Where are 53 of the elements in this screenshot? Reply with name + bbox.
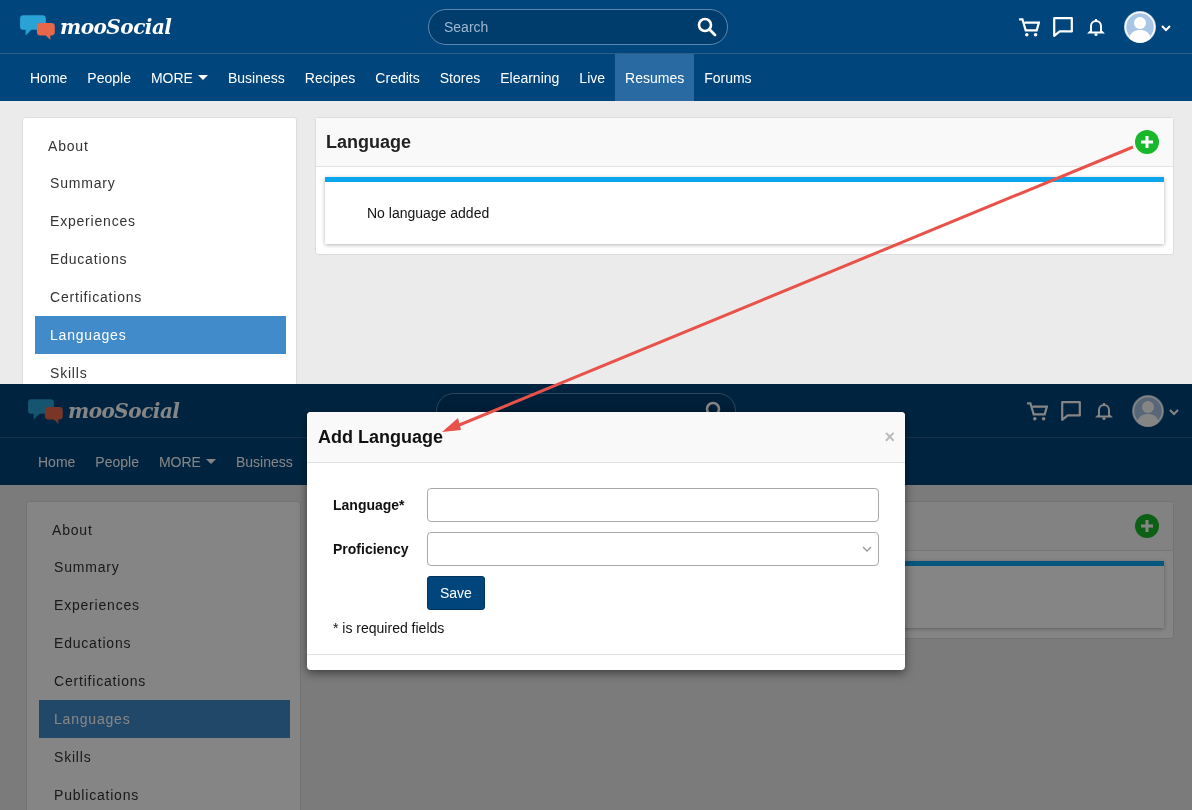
bell-icon[interactable]: [1086, 16, 1106, 37]
required-note: * is required fields: [333, 620, 446, 636]
dialog-title: Add Language: [318, 426, 443, 448]
nav-item[interactable]: People: [77, 54, 141, 101]
sidebar-item[interactable]: Languages: [35, 316, 286, 354]
chat-icon[interactable]: [1060, 399, 1082, 422]
chat-icon[interactable]: [1052, 15, 1074, 38]
sidebar-item[interactable]: Experiences: [35, 202, 286, 240]
sidebar-item[interactable]: Educations: [39, 624, 290, 662]
sidebar-item[interactable]: Summary: [39, 548, 290, 586]
nav-item[interactable]: Stores: [429, 54, 491, 101]
sidebar-item[interactable]: Publications: [39, 776, 290, 810]
sidebar-item[interactable]: About: [35, 134, 286, 158]
add-icon[interactable]: [1135, 130, 1159, 154]
avatar-icon[interactable]: [1124, 10, 1156, 43]
sidebar-item[interactable]: Skills: [39, 738, 290, 776]
nav-item[interactable]: Resumes: [615, 54, 695, 101]
nav-item[interactable]: MORE: [140, 54, 218, 101]
nav-item[interactable]: Credits: [365, 54, 430, 101]
sidebar-item[interactable]: Certifications: [35, 278, 286, 316]
caret-icon: [205, 459, 216, 464]
field-label: Language*: [333, 497, 406, 513]
nav-item[interactable]: Recipes: [294, 54, 366, 101]
language-input[interactable]: [427, 488, 879, 522]
sidebar-item[interactable]: Educations: [35, 240, 286, 278]
nav-item[interactable]: MORE: [148, 438, 226, 485]
avatar-icon[interactable]: [1132, 394, 1164, 427]
nav-item[interactable]: Business: [217, 54, 295, 101]
sidebar-item[interactable]: Experiences: [39, 586, 290, 624]
nav-item[interactable]: Home: [28, 438, 86, 485]
cart-icon[interactable]: [1026, 399, 1048, 422]
nav-item[interactable]: Business: [225, 438, 303, 485]
save-button[interactable]: Save: [427, 576, 485, 610]
empty-message: No language added: [367, 205, 490, 221]
field-label: Proficiency: [333, 541, 410, 557]
nav-item[interactable]: People: [85, 438, 149, 485]
nav-item[interactable]: Forums: [694, 54, 762, 101]
search-icon[interactable]: [697, 16, 717, 37]
logo-icon[interactable]: [20, 12, 56, 41]
bell-icon[interactable]: [1094, 400, 1114, 421]
panel-title: Language: [326, 131, 411, 153]
search-field[interactable]: Search: [428, 8, 728, 45]
logo-text[interactable]: mooSocial: [60, 14, 172, 39]
sidebar-item[interactable]: Summary: [35, 164, 286, 202]
logo-text[interactable]: mooSocial: [68, 398, 180, 423]
caret-icon: [197, 75, 208, 80]
cart-icon[interactable]: [1018, 15, 1040, 38]
sidebar-item[interactable]: Skills: [35, 354, 286, 384]
sidebar-item[interactable]: Certifications: [39, 662, 290, 700]
nav-item[interactable]: Elearning: [490, 54, 570, 101]
nav-item[interactable]: Live: [569, 54, 616, 101]
nav-item[interactable]: Home: [20, 54, 78, 101]
sidebar-item[interactable]: About: [39, 518, 290, 542]
